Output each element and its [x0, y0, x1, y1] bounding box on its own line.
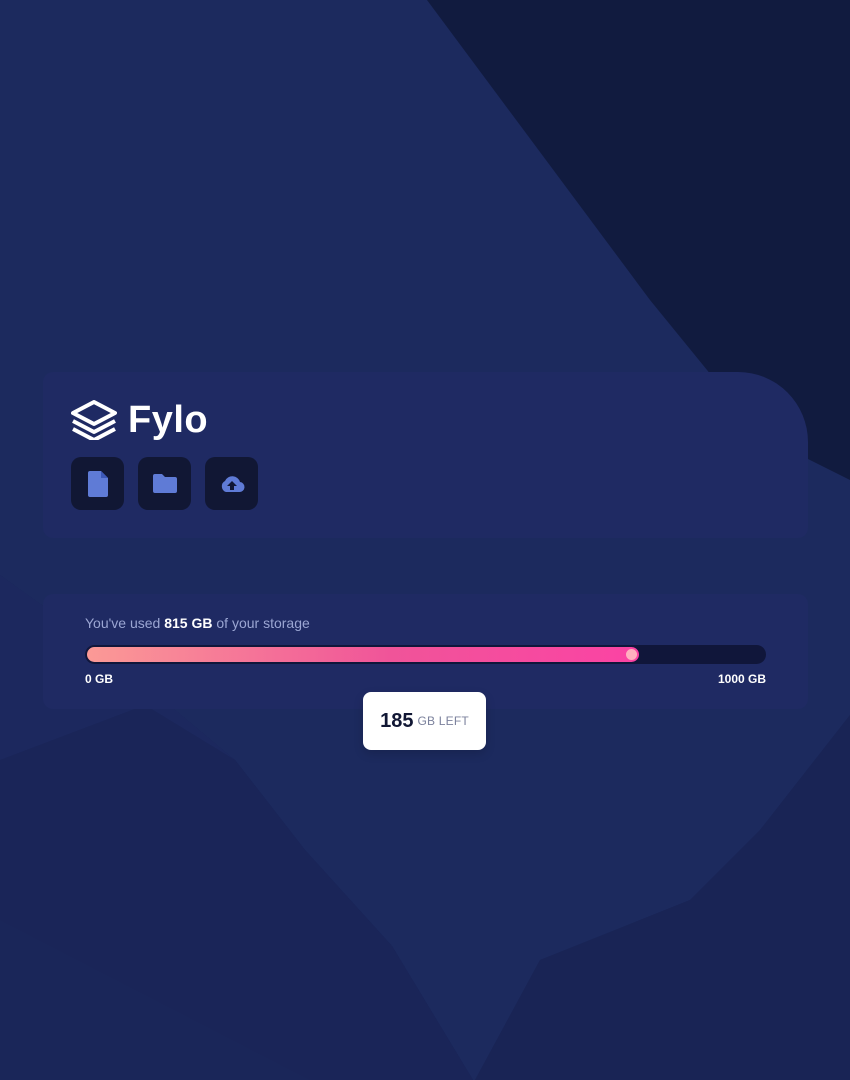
stacked-layers-icon [71, 400, 117, 440]
document-button[interactable] [71, 457, 124, 510]
storage-summary: You've used 815 GB of your storage [85, 615, 310, 631]
folder-button[interactable] [138, 457, 191, 510]
storage-progress-track [85, 645, 766, 664]
tool-row [71, 457, 258, 510]
background-shapes [0, 0, 850, 1080]
remaining-storage-label: GB LEFT [417, 714, 469, 728]
storage-progress-thumb [625, 649, 637, 660]
upload-cloud-icon [221, 475, 245, 492]
logo: Fylo [71, 400, 208, 440]
brand-card: Fylo [43, 372, 808, 538]
storage-max-label: 1000 GB [717, 672, 766, 686]
storage-min-label: 0 GB [85, 672, 114, 686]
storage-prefix: You've used [85, 615, 165, 631]
folder-icon [152, 473, 177, 493]
storage-suffix: of your storage [212, 615, 310, 631]
app-title: Fylo [128, 399, 209, 441]
upload-button[interactable] [205, 457, 258, 510]
remaining-storage-badge: 185 GB LEFT [363, 692, 486, 750]
storage-progress-fill [87, 647, 639, 662]
remaining-storage-value: 185 [380, 710, 414, 732]
document-icon [87, 470, 108, 497]
storage-used-value: 815 GB [164, 615, 213, 631]
